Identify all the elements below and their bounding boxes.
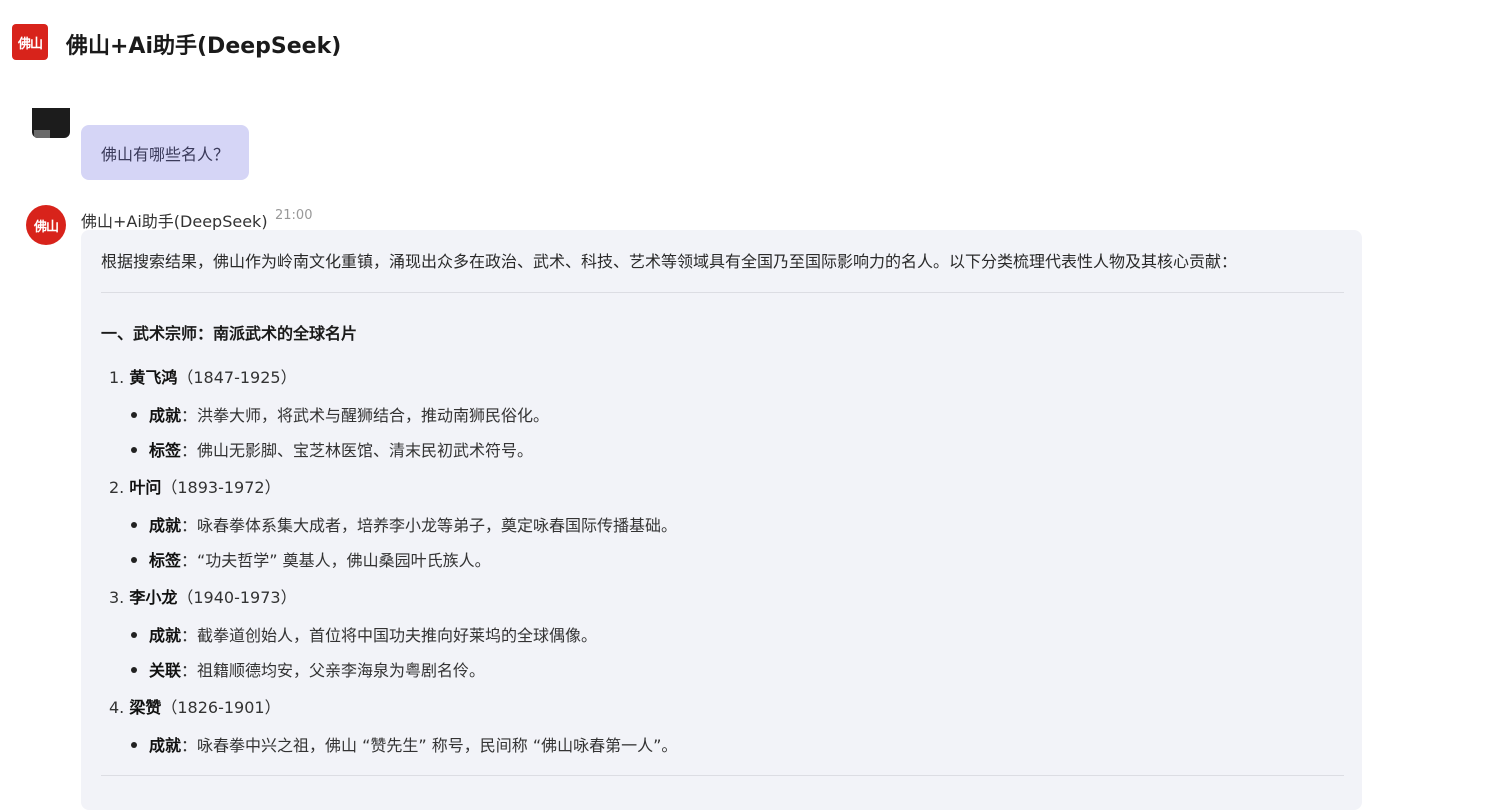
- item-number: 1.: [109, 368, 125, 387]
- app-logo: 佛山: [12, 24, 48, 60]
- answer-intro: 根据搜索结果，佛山作为岭南文化重镇，涌现出众多在政治、武术、科技、艺术等领域具有…: [101, 252, 1238, 271]
- bullet-text: ：祖籍顺德均安，父亲李海泉为粤剧名伶。: [181, 661, 486, 680]
- bullet-icon: [131, 411, 137, 418]
- person-name: 梁赞: [129, 698, 162, 717]
- bot-avatar[interactable]: 佛山: [26, 205, 66, 245]
- person-name: 李小龙: [129, 588, 178, 607]
- bullet-label: 成就: [149, 626, 182, 645]
- person-name: 叶问: [129, 478, 162, 497]
- list-item-person: 3. 李小龙（1940-1973）: [109, 584, 297, 608]
- list-item-bullet: 标签：佛山无影脚、宝芝林医馆、清末民初武术符号。: [131, 437, 533, 461]
- person-years: （1893-1972）: [161, 478, 281, 497]
- bot-message-card: 根据搜索结果，佛山作为岭南文化重镇，涌现出众多在政治、武术、科技、艺术等领域具有…: [81, 230, 1362, 810]
- person-years: （1940-1973）: [177, 588, 297, 607]
- bullet-label: 标签: [149, 551, 182, 570]
- list-item-bullet: 关联：祖籍顺德均安，父亲李海泉为粤剧名伶。: [131, 657, 485, 681]
- divider: [101, 292, 1344, 293]
- person-years: （1847-1925）: [177, 368, 297, 387]
- bullet-icon: [131, 446, 137, 453]
- bullet-text: ：洪拳大师，将武术与醒狮结合，推动南狮民俗化。: [181, 406, 550, 425]
- bullet-icon: [131, 556, 137, 563]
- bullet-icon: [131, 631, 137, 638]
- bot-name: 佛山+Ai助手(DeepSeek): [81, 212, 268, 231]
- bullet-label: 成就: [149, 736, 182, 755]
- bullet-label: 成就: [149, 406, 182, 425]
- bullet-icon: [131, 741, 137, 748]
- divider: [101, 775, 1344, 776]
- person-years: （1826-1901）: [161, 698, 281, 717]
- list-item-bullet: 成就：洪拳大师，将武术与醒狮结合，推动南狮民俗化。: [131, 402, 549, 426]
- bullet-label: 关联: [149, 661, 182, 680]
- item-number: 2.: [109, 478, 125, 497]
- list-item-bullet: 标签：“功夫哲学” 奠基人，佛山桑园叶氏族人。: [131, 547, 491, 571]
- bullet-icon: [131, 521, 137, 528]
- list-item-bullet: 成就：咏春拳体系集大成者，培养李小龙等弟子，奠定咏春国际传播基础。: [131, 512, 677, 536]
- bullet-text: ：截拳道创始人，首位将中国功夫推向好莱坞的全球偶像。: [181, 626, 598, 645]
- bullet-label: 成就: [149, 516, 182, 535]
- bullet-text: ：佛山无影脚、宝芝林医馆、清末民初武术符号。: [181, 441, 534, 460]
- list-item-person: 4. 梁赞（1826-1901）: [109, 694, 281, 718]
- user-message-bubble: 佛山有哪些名人？: [81, 125, 250, 180]
- list-item-bullet: 成就：咏春拳中兴之祖，佛山 “赞先生” 称号，民间称 “佛山咏春第一人”。: [131, 732, 677, 756]
- person-name: 黄飞鸿: [129, 368, 178, 387]
- bullet-text: ：咏春拳体系集大成者，培养李小龙等弟子，奠定咏春国际传播基础。: [181, 516, 678, 535]
- message-timestamp: 21:00: [275, 208, 313, 223]
- app-header: 佛山 佛山+Ai助手(DeepSeek): [0, 0, 1487, 88]
- user-avatar[interactable]: [32, 108, 70, 138]
- bullet-text: ：咏春拳中兴之祖，佛山 “赞先生” 称号，民间称 “佛山咏春第一人”。: [181, 736, 678, 755]
- bullet-text: ：“功夫哲学” 奠基人，佛山桑园叶氏族人。: [181, 551, 491, 570]
- list-item-person: 2. 叶问（1893-1972）: [109, 474, 281, 498]
- item-number: 4.: [109, 698, 125, 717]
- item-number: 3.: [109, 588, 125, 607]
- bullet-icon: [131, 666, 137, 673]
- bullet-label: 标签: [149, 441, 182, 460]
- list-item-person: 1. 黄飞鸿（1847-1925）: [109, 364, 297, 388]
- section-heading: 一、武术宗师：南派武术的全球名片: [101, 324, 358, 343]
- list-item-bullet: 成就：截拳道创始人，首位将中国功夫推向好莱坞的全球偶像。: [131, 622, 597, 646]
- app-title: 佛山+Ai助手(DeepSeek): [66, 34, 342, 59]
